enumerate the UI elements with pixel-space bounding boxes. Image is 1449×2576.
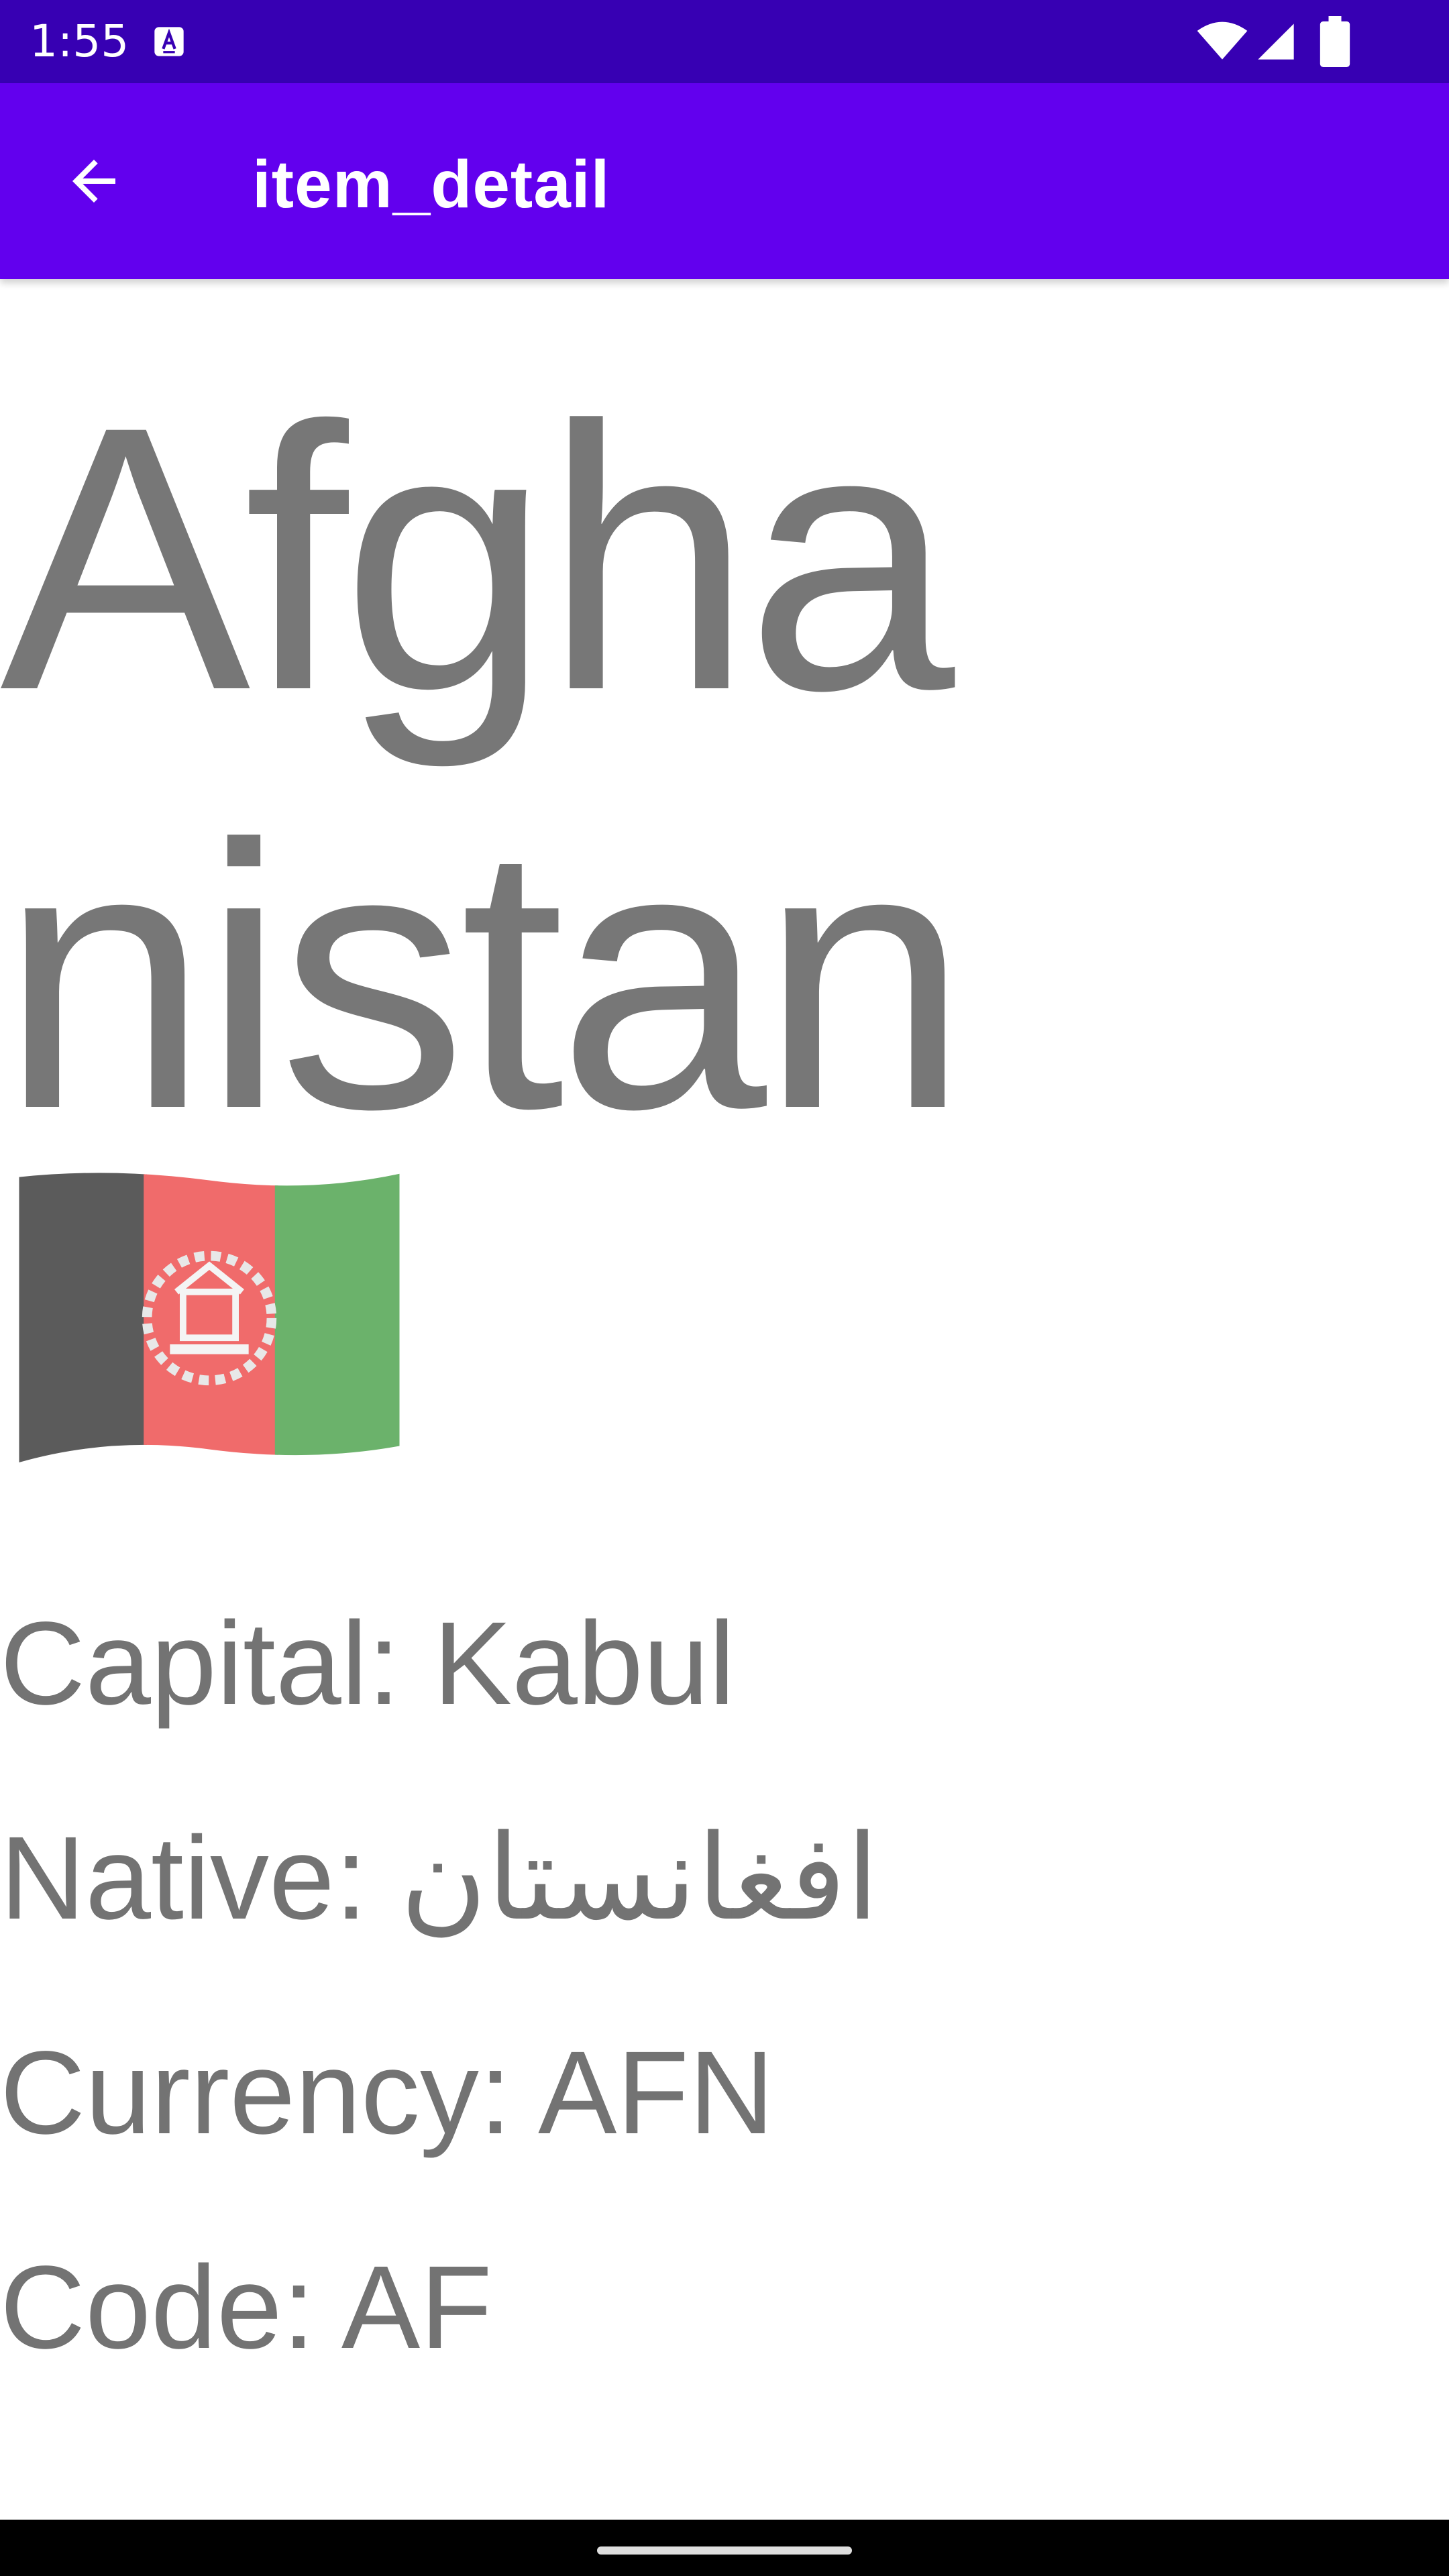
back-button[interactable] xyxy=(47,134,141,228)
afghanistan-flag-icon xyxy=(19,1173,400,1462)
gesture-handle[interactable] xyxy=(597,2546,852,2555)
cell-signal-icon xyxy=(1258,23,1294,60)
page-title: item_detail xyxy=(252,147,610,222)
app-bar: item_detail xyxy=(0,83,1449,279)
wifi-icon xyxy=(1197,21,1248,60)
country-name: Afghanistan xyxy=(0,348,969,1187)
battery-icon xyxy=(1320,16,1350,67)
screen: 1:55 item_detail Afghanistan Capital: Ka… xyxy=(0,0,1449,2576)
native-name-text: Native: افغانستان xyxy=(0,1813,879,1944)
country-code-text: Code: AF xyxy=(0,2242,492,2373)
status-time: 1:55 xyxy=(30,15,129,67)
capital-text: Capital: Kabul xyxy=(0,1598,735,1729)
currency-text: Currency: AFN xyxy=(0,2027,775,2159)
navigation-bar xyxy=(0,2520,1449,2576)
notification-a-icon xyxy=(154,27,184,56)
arrow-back-icon xyxy=(72,160,115,203)
status-bar: 1:55 xyxy=(0,0,1449,83)
